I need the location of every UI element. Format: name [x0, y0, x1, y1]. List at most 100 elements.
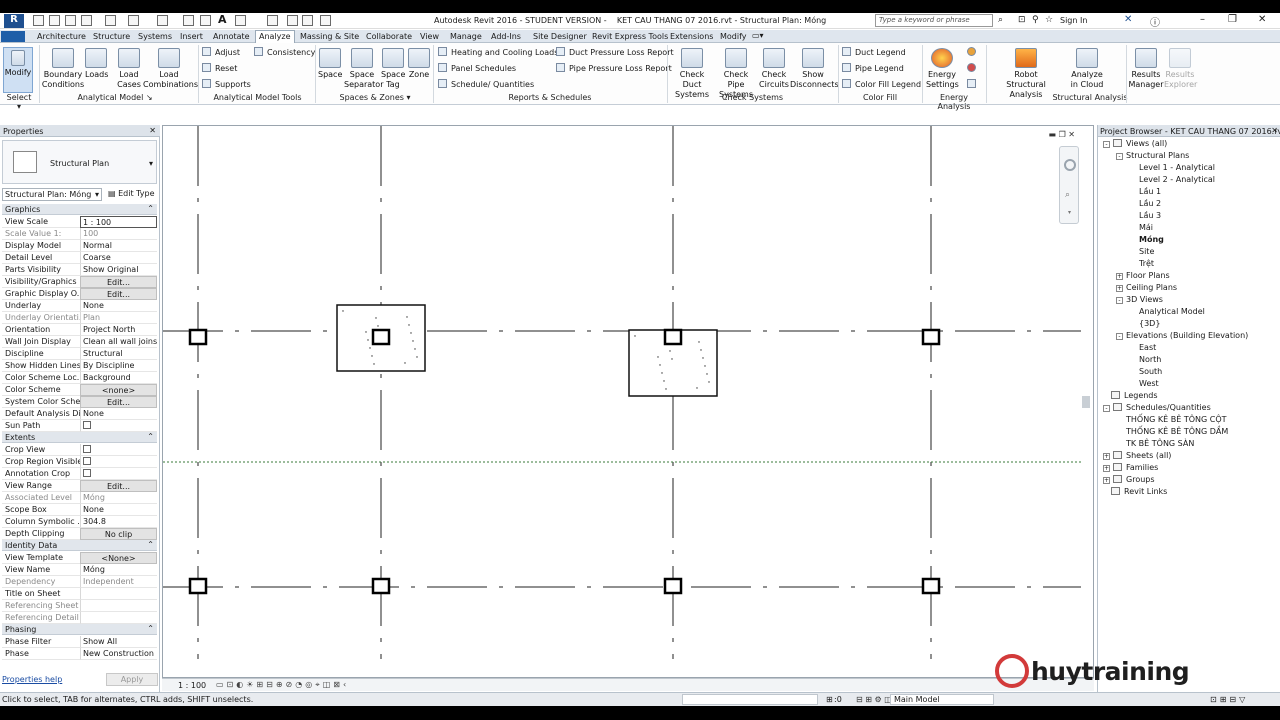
checkbox[interactable]	[83, 457, 91, 465]
tree-item-schedules-quantities[interactable]: - Schedules/Quantities	[1103, 403, 1211, 412]
tree-item-analytical-model[interactable]: Analytical Model	[1129, 307, 1205, 316]
property-value[interactable]: Edit...	[80, 396, 157, 408]
panel-launcher-icon[interactable]: ↘	[146, 93, 153, 102]
expand-icon[interactable]: +	[1116, 273, 1123, 280]
nav-options-icon[interactable]: ▾	[1068, 209, 1071, 216]
undo-icon[interactable]	[105, 15, 116, 26]
expand-icon[interactable]: +	[1103, 477, 1110, 484]
load-combinations-button[interactable]: Load Combinations	[143, 48, 198, 90]
vertical-scrollbar-thumb[interactable]	[1082, 396, 1090, 408]
save-icon[interactable]	[65, 15, 76, 26]
property-value[interactable]: Independent	[80, 576, 157, 588]
close-icon[interactable]: ✕	[1258, 14, 1266, 25]
property-value[interactable]: None	[80, 504, 157, 516]
select-dropdown[interactable]: Select ▾	[4, 93, 34, 111]
collapse-icon[interactable]: -	[1116, 153, 1123, 160]
section-header-phasing[interactable]: Phasing ⌃	[2, 624, 157, 635]
tab-extensions[interactable]: Extensions	[667, 31, 716, 42]
file-menu-button[interactable]	[1, 31, 25, 42]
tree-item-th-ng-k-b-t-ng-c-t[interactable]: THỐNG KÊ BÊ TÔNG CỘT	[1116, 415, 1227, 424]
panel-schedules-button[interactable]: Panel Schedules	[438, 63, 516, 73]
restore-view-icon[interactable]: ❐	[1059, 130, 1066, 139]
tab-analyze[interactable]: Analyze	[255, 30, 295, 43]
tab-architecture[interactable]: Architecture	[34, 31, 89, 42]
tree-item-m-i[interactable]: Mái	[1129, 223, 1153, 232]
energy-tool-1-button[interactable]	[967, 47, 980, 57]
tree-item-revit-links[interactable]: Revit Links	[1111, 487, 1167, 496]
structural-column[interactable]	[188, 577, 208, 595]
structural-column[interactable]	[921, 577, 941, 595]
tab-revit-express-tools[interactable]: Revit Express Tools	[589, 31, 671, 42]
results-manager-button[interactable]: Results Manager	[1128, 48, 1164, 90]
minimize-icon[interactable]: –	[1200, 14, 1205, 25]
property-value[interactable]: Project North	[80, 324, 157, 336]
property-value[interactable]: 304.8	[80, 516, 157, 528]
print-icon[interactable]	[157, 15, 168, 26]
restore-icon[interactable]: ❐	[1228, 14, 1237, 25]
tree-item-tk-b-t-ng-s-n[interactable]: TK BÊ TÔNG SÀN	[1116, 439, 1194, 448]
expand-icon[interactable]: +	[1103, 465, 1110, 472]
collapse-icon[interactable]: -	[1116, 333, 1123, 340]
instance-selector[interactable]: Structural Plan: Móng ▾	[2, 188, 102, 201]
status-tool-icons[interactable]: ⊡⊞⊟▽	[1210, 695, 1248, 704]
tree-item-sheets-all-[interactable]: + Sheets (all)	[1103, 451, 1171, 460]
results-explorer-button[interactable]: Results Explorer	[1164, 48, 1197, 90]
tab-manage[interactable]: Manage	[447, 31, 485, 42]
analyze-in-cloud-button[interactable]: Analyze in Cloud	[1068, 48, 1106, 90]
close-icon[interactable]: ✕	[1271, 126, 1278, 135]
tree-item-groups[interactable]: + Groups	[1103, 475, 1155, 484]
property-value[interactable]: <None>	[80, 552, 157, 564]
tab-view[interactable]: View	[417, 31, 442, 42]
close-hidden-icon[interactable]	[302, 15, 313, 26]
tab-structure[interactable]: Structure	[90, 31, 133, 42]
checkbox[interactable]	[83, 421, 91, 429]
tree-item-m-ng[interactable]: Móng	[1129, 235, 1164, 244]
property-value[interactable]: Edit...	[80, 480, 157, 492]
heating-cooling-loads-button[interactable]: Heating and Cooling Loads	[438, 47, 558, 57]
zoom-icon[interactable]: ⌕	[1065, 190, 1070, 200]
subscription-icon[interactable]: ⊡	[1018, 15, 1026, 25]
property-value[interactable]: Edit...	[80, 276, 157, 288]
open-icon[interactable]	[49, 15, 60, 26]
structural-column[interactable]	[921, 328, 941, 346]
ribbon-display-toggle-icon[interactable]: ▭▾	[752, 31, 764, 40]
tree-item-west[interactable]: West	[1129, 379, 1159, 388]
checkbox[interactable]	[83, 445, 91, 453]
properties-help-link[interactable]: Properties help	[2, 675, 62, 684]
redo-icon[interactable]	[128, 15, 139, 26]
space-button[interactable]: Space	[318, 48, 342, 80]
collapse-icon[interactable]: -	[1103, 405, 1110, 412]
property-value[interactable]: Background	[80, 372, 157, 384]
property-value[interactable]: None	[80, 300, 157, 312]
view-control-icons[interactable]: ▭⊡◐☀⊞⊟⊕⊘◔◎⌖◫⊠‹	[216, 680, 349, 690]
minimize-view-icon[interactable]: ▬	[1048, 130, 1056, 139]
exchange-apps-icon[interactable]: ✕	[1124, 14, 1132, 25]
property-value[interactable]: New Construction	[80, 648, 157, 660]
property-value[interactable]: 1 : 100	[80, 216, 157, 228]
structural-column[interactable]	[663, 328, 683, 346]
property-value[interactable]	[80, 588, 157, 600]
property-value[interactable]: Edit...	[80, 288, 157, 300]
property-value[interactable]	[80, 612, 157, 624]
spaces-zones-dropdown[interactable]: Spaces & Zones ▾	[320, 93, 430, 102]
property-value[interactable]: Móng	[80, 564, 157, 576]
measure-icon[interactable]	[183, 15, 194, 26]
worksets-icon[interactable]: ⊞	[826, 695, 833, 704]
color-fill-legend-button[interactable]: Color Fill Legend	[842, 79, 921, 89]
sync-icon[interactable]	[81, 15, 92, 26]
property-value[interactable]: Coarse	[80, 252, 157, 264]
property-value[interactable]: By Discipline	[80, 360, 157, 372]
thin-lines-icon[interactable]	[287, 15, 298, 26]
collapse-icon[interactable]: -	[1116, 297, 1123, 304]
duct-pressure-loss-button[interactable]: Duct Pressure Loss Report	[556, 47, 674, 57]
design-option-selector[interactable]: Main Model	[890, 694, 994, 705]
tree-item-north[interactable]: North	[1129, 355, 1161, 364]
favorites-icon[interactable]: ☆	[1045, 15, 1053, 25]
tree-item--3d-[interactable]: {3D}	[1129, 319, 1160, 328]
supports-button[interactable]: Supports	[202, 79, 251, 89]
loads-button[interactable]: Loads	[85, 48, 108, 80]
tree-item-th-ng-k-b-t-ng-d-m[interactable]: THỐNG KÊ BÊ TÔNG DẦM	[1116, 427, 1228, 436]
tab-site-designer[interactable]: Site Designer	[530, 31, 590, 42]
checkbox[interactable]	[83, 469, 91, 477]
tree-item-level-2-analytical[interactable]: Level 2 - Analytical	[1129, 175, 1215, 184]
